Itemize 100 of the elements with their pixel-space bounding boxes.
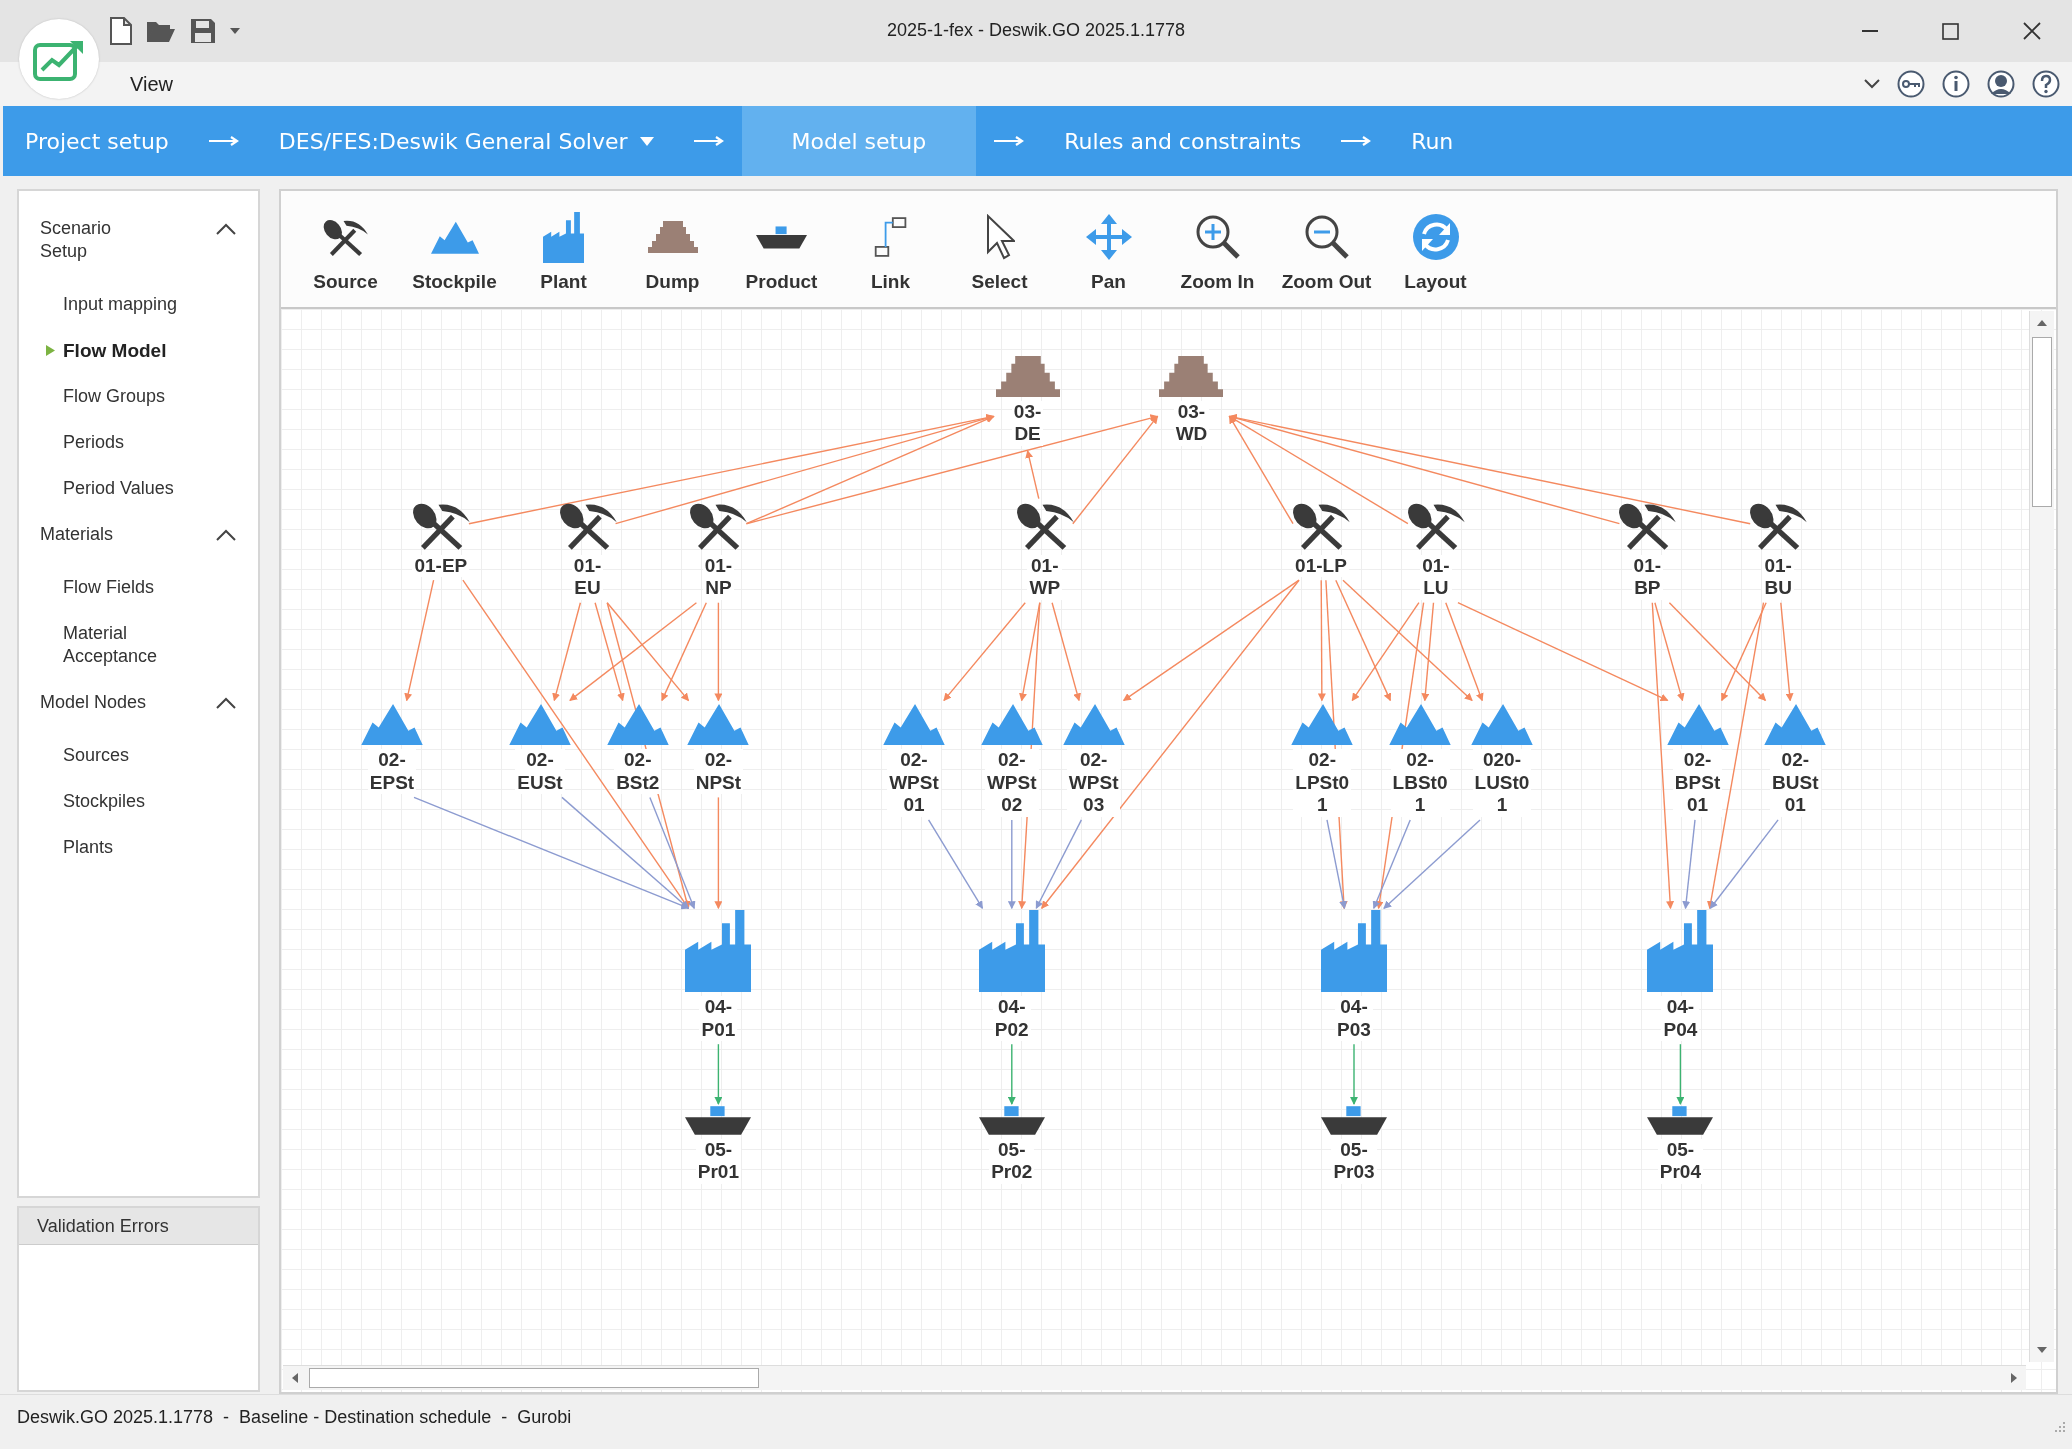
info-icon[interactable] (1942, 70, 1970, 98)
arrow-right-icon (693, 136, 724, 146)
sidebar-item[interactable]: Periods (63, 431, 258, 454)
scroll-thumb[interactable] (309, 1368, 759, 1388)
factory-icon[interactable] (685, 910, 752, 993)
sidebar-item[interactable]: Flow Fields (63, 576, 258, 599)
chevron-down-icon[interactable] (1864, 79, 1880, 89)
resize-grip-icon[interactable] (2052, 1419, 2066, 1433)
mountain-icon[interactable] (1291, 702, 1354, 746)
sidebar-item[interactable]: Input mapping (63, 293, 258, 316)
new-file-icon[interactable] (110, 17, 132, 45)
scroll-thumb[interactable] (2032, 337, 2052, 507)
menu-item[interactable]: View (130, 72, 173, 96)
pan-icon (1085, 214, 1132, 260)
window-title: 2025-1-fex - Deswik.GO 2025.1.1778 (886, 20, 1186, 40)
mountain-icon[interactable] (361, 702, 423, 746)
node-label: 01- WP (1027, 554, 1063, 600)
arrow-up-icon[interactable] (2037, 320, 2047, 326)
arrow-right-icon (994, 136, 1025, 146)
help-icon[interactable] (2032, 70, 2060, 98)
node-label: 04- P03 (1335, 996, 1373, 1042)
sidebar-item[interactable]: Material Acceptance (63, 622, 258, 668)
sidebar-item[interactable]: Sources (63, 744, 258, 767)
link-arrow[interactable] (1228, 415, 1409, 525)
tool-button[interactable]: Zoom Out (1272, 203, 1381, 307)
status-text: Deswik.GO 2025.1.1778 - Baseline - Destination schedule - Gurobi (17, 1406, 572, 1428)
sidebar-item[interactable]: Stockpiles (63, 790, 258, 813)
tool-button[interactable]: Link (836, 203, 945, 307)
factory-icon[interactable] (978, 910, 1045, 993)
link-arrow[interactable] (1228, 413, 1751, 525)
mountain-icon[interactable] (509, 702, 571, 746)
boat-icon (756, 225, 807, 249)
node-label: 02- LBSt0 1 (1390, 749, 1450, 817)
node-label: 02- WPSt 03 (1066, 749, 1121, 817)
node-label: 05- Pr04 (1657, 1138, 1703, 1184)
key-icon[interactable] (1897, 70, 1925, 98)
sidebar-item[interactable]: Plants (63, 836, 258, 859)
zoom-in-icon (1194, 214, 1241, 260)
sidebar-item[interactable]: Period Values (63, 477, 258, 500)
user-icon[interactable] (1987, 70, 2015, 98)
tool-button[interactable]: Plant (509, 203, 618, 307)
stepped-mound-icon[interactable] (995, 355, 1060, 397)
mountain-icon[interactable] (606, 702, 669, 746)
shovel-pickaxe-icon (322, 217, 369, 257)
arrow-right-icon (208, 136, 239, 146)
sidebar-item[interactable]: Flow Groups (63, 385, 258, 408)
mountain-icon (430, 220, 479, 254)
caret-icon[interactable] (230, 28, 240, 34)
boat-icon[interactable] (1321, 1105, 1387, 1135)
pointer-icon (984, 214, 1015, 260)
stepped-mound-icon[interactable] (1159, 355, 1224, 397)
chevron-up-icon[interactable] (216, 223, 236, 235)
tool-button[interactable]: Stockpile (400, 203, 509, 307)
node-label: 02- BUSt 01 (1770, 749, 1821, 817)
mountain-icon[interactable] (980, 702, 1043, 746)
chevron-up-icon[interactable] (216, 529, 236, 541)
section-title: Scenario Setup (40, 217, 112, 263)
node-label: 02- NPSt (693, 749, 744, 795)
factory-icon[interactable] (1647, 910, 1714, 993)
boat-icon[interactable] (1647, 1105, 1714, 1135)
mountain-icon[interactable] (1389, 702, 1452, 746)
mountain-icon[interactable] (1471, 702, 1533, 746)
mountain-icon[interactable] (1666, 702, 1729, 746)
tool-button[interactable]: Product (727, 203, 836, 307)
section-title: Model Nodes (40, 691, 147, 714)
mountain-icon[interactable] (882, 702, 945, 746)
mountain-icon[interactable] (1062, 702, 1125, 746)
tool-button[interactable]: Dump (618, 203, 727, 307)
node-label: 04- P04 (1661, 996, 1700, 1042)
horizontal-scrollbar[interactable] (283, 1365, 2026, 1390)
zoom-out-icon (1303, 214, 1350, 260)
arrow-left-icon[interactable] (292, 1373, 298, 1383)
tool-button[interactable]: Layout (1381, 203, 1490, 307)
mountain-icon[interactable] (687, 702, 750, 746)
tool-button[interactable]: Select (945, 203, 1054, 307)
node-label: 01- BU (1762, 554, 1794, 600)
maximize-icon (1942, 22, 1959, 40)
node-label: 02- EPSt (367, 749, 417, 795)
tool-button[interactable]: Zoom In (1163, 203, 1272, 307)
tool-button[interactable]: Source (291, 203, 400, 307)
arrow-down-icon[interactable] (2037, 1347, 2047, 1353)
tool-button[interactable]: Pan (1054, 203, 1163, 307)
refresh-icon (1412, 214, 1459, 260)
panel-title: Validation Errors (37, 1215, 169, 1237)
arrow-right-icon[interactable] (2011, 1373, 2017, 1383)
node-label: 02- EUSt (515, 749, 565, 795)
triangle-icon (46, 345, 55, 356)
folder-icon[interactable] (146, 19, 176, 43)
sidebar-item[interactable]: Flow Model (63, 339, 258, 362)
vertical-scrollbar[interactable] (2029, 311, 2054, 1362)
node-label: 05- Pr02 (989, 1138, 1035, 1184)
node-label: 05- Pr03 (1331, 1138, 1377, 1184)
boat-icon[interactable] (978, 1105, 1045, 1135)
node-label: 01-LP (1293, 554, 1349, 578)
mountain-icon[interactable] (1764, 702, 1827, 746)
factory-icon[interactable] (1321, 910, 1387, 993)
chevron-up-icon[interactable] (216, 697, 236, 709)
save-icon[interactable] (190, 18, 216, 44)
boat-icon[interactable] (685, 1105, 752, 1135)
close-icon (2022, 22, 2041, 40)
